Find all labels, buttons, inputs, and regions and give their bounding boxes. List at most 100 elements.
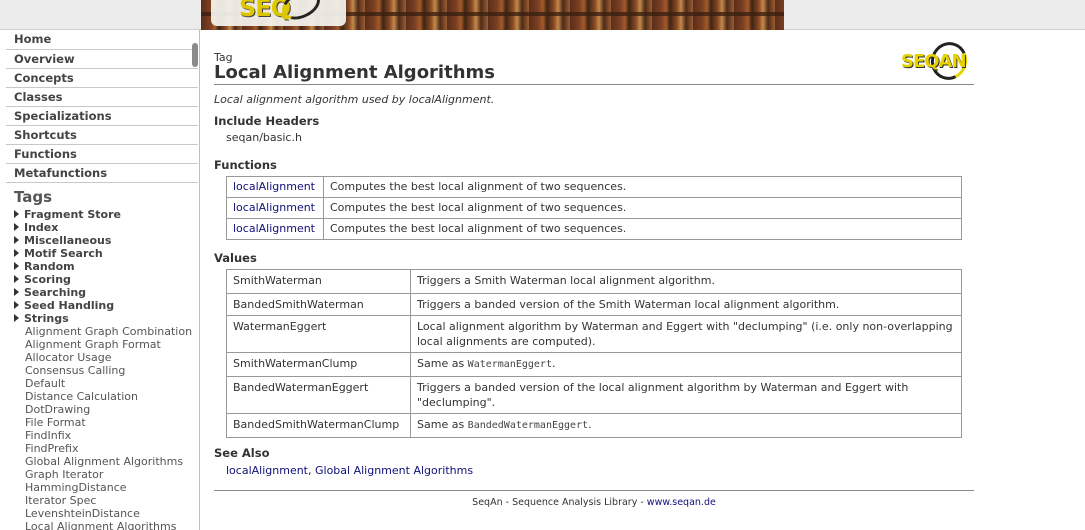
tag-link-dotdrawing[interactable]: DotDrawing bbox=[25, 403, 199, 416]
seqan-logo: SEQAN bbox=[901, 36, 973, 86]
tag-link-allocator-usage[interactable]: Allocator Usage bbox=[25, 351, 199, 364]
expand-triangle-icon bbox=[14, 223, 19, 231]
nav-home[interactable]: Home bbox=[6, 30, 198, 50]
tag-link-levenshteindistance[interactable]: LevenshteinDistance bbox=[25, 507, 199, 520]
tag-category-scoring[interactable]: Scoring bbox=[14, 273, 199, 286]
nav-overview[interactable]: Overview bbox=[6, 50, 198, 69]
tag-category-label: Strings bbox=[24, 312, 69, 325]
footer-divider bbox=[214, 490, 974, 491]
functions-table: localAlignment Computes the best local a… bbox=[226, 176, 962, 240]
tag-link-iterator-spec[interactable]: Iterator Spec bbox=[25, 494, 199, 507]
tag-category-motif-search[interactable]: Motif Search bbox=[14, 247, 199, 260]
tag-link-global-alignment-algorithms[interactable]: Global Alignment Algorithms bbox=[25, 455, 199, 468]
tag-category-label: Miscellaneous bbox=[24, 234, 112, 247]
tag-link-hammingdistance[interactable]: HammingDistance bbox=[25, 481, 199, 494]
nav-functions[interactable]: Functions bbox=[6, 145, 198, 164]
value-description: Same as BandedWatermanEggert. bbox=[410, 413, 962, 438]
see-also-heading: See Also bbox=[214, 446, 270, 460]
table-row: WatermanEggert Local alignment algorithm… bbox=[226, 315, 962, 353]
seqan-logo-text: SEQAN bbox=[901, 51, 967, 72]
header-divider bbox=[214, 84, 974, 85]
table-row: BandedWatermanEggert Triggers a banded v… bbox=[226, 376, 962, 414]
table-row: localAlignment Computes the best local a… bbox=[226, 218, 962, 240]
tag-category-random[interactable]: Random bbox=[14, 260, 199, 273]
tag-category-miscellaneous[interactable]: Miscellaneous bbox=[14, 234, 199, 247]
expand-triangle-icon bbox=[14, 249, 19, 257]
tag-category-label: Fragment Store bbox=[24, 208, 121, 221]
tag-category-label: Seed Handling bbox=[24, 299, 115, 312]
table-row: localAlignment Computes the best local a… bbox=[226, 197, 962, 219]
value-name: SmithWatermanClump bbox=[226, 352, 411, 377]
see-also-link-global-alignment-algorithms[interactable]: Global Alignment Algorithms bbox=[315, 464, 473, 477]
tag-link-file-format[interactable]: File Format bbox=[25, 416, 199, 429]
tag-category-seed-handling[interactable]: Seed Handling bbox=[14, 299, 199, 312]
tag-link-alignment-graph-format[interactable]: Alignment Graph Format bbox=[25, 338, 199, 351]
tag-category-label: Searching bbox=[24, 286, 87, 299]
values-heading: Values bbox=[214, 251, 257, 265]
value-description: Triggers a banded version of the local a… bbox=[410, 376, 962, 414]
tag-category-label: Random bbox=[24, 260, 75, 273]
tag-link-consensus-calling[interactable]: Consensus Calling bbox=[25, 364, 199, 377]
tag-category-label: Motif Search bbox=[24, 247, 103, 260]
nav-shortcuts[interactable]: Shortcuts bbox=[6, 126, 198, 145]
expand-triangle-icon bbox=[14, 301, 19, 309]
tag-link-findinfix[interactable]: FindInfix bbox=[25, 429, 199, 442]
nav-concepts[interactable]: Concepts bbox=[6, 69, 198, 88]
function-link-localalignment[interactable]: localAlignment bbox=[233, 201, 315, 214]
nav-metafunctions[interactable]: Metafunctions bbox=[6, 164, 198, 183]
tag-link-findprefix[interactable]: FindPrefix bbox=[25, 442, 199, 455]
function-description: Computes the best local alignment of two… bbox=[323, 197, 962, 219]
page-description: Local alignment algorithm used by localA… bbox=[214, 93, 495, 106]
include-header-file: seqan/basic.h bbox=[226, 131, 302, 144]
expand-triangle-icon bbox=[14, 288, 19, 296]
function-link-localalignment[interactable]: localAlignment bbox=[233, 180, 315, 193]
library-banner-image: SEQ bbox=[201, 0, 784, 30]
tag-category-strings[interactable]: Strings bbox=[14, 312, 199, 325]
expand-triangle-icon bbox=[14, 210, 19, 218]
tag-category-fragment-store[interactable]: Fragment Store bbox=[14, 208, 199, 221]
table-row: localAlignment Computes the best local a… bbox=[226, 176, 962, 198]
tag-link-distance-calculation[interactable]: Distance Calculation bbox=[25, 390, 199, 403]
value-description: Triggers a Smith Waterman local alignmen… bbox=[410, 269, 962, 294]
function-description: Computes the best local alignment of two… bbox=[323, 176, 962, 198]
tag-link-alignment-graph-combination[interactable]: Alignment Graph Combination bbox=[25, 325, 199, 338]
footer-text: SeqAn - Sequence Analysis Library - bbox=[472, 497, 647, 508]
see-also-link-localalignment[interactable]: localAlignment bbox=[226, 464, 308, 477]
expand-triangle-icon bbox=[14, 262, 19, 270]
value-name: BandedWatermanEggert bbox=[226, 376, 411, 414]
nav-classes[interactable]: Classes bbox=[6, 88, 198, 107]
value-description: Local alignment algorithm by Waterman an… bbox=[410, 315, 962, 353]
functions-heading: Functions bbox=[214, 158, 277, 172]
tags-heading: Tags bbox=[14, 188, 53, 206]
code-reference: WatermanEggert bbox=[467, 359, 552, 370]
tag-category-searching[interactable]: Searching bbox=[14, 286, 199, 299]
expand-triangle-icon bbox=[14, 236, 19, 244]
tag-link-graph-iterator[interactable]: Graph Iterator bbox=[25, 468, 199, 481]
expand-triangle-icon bbox=[14, 275, 19, 283]
sidebar-nav: Home Overview Concepts Classes Specializ… bbox=[0, 30, 199, 183]
table-row: SmithWaterman Triggers a Smith Waterman … bbox=[226, 269, 962, 294]
include-headers-heading: Include Headers bbox=[214, 114, 320, 128]
footer-link-seqan[interactable]: www.seqan.de bbox=[647, 497, 716, 508]
tag-category-index[interactable]: Index bbox=[14, 221, 199, 234]
tag-category-label: Index bbox=[24, 221, 59, 234]
top-bar: SEQ bbox=[0, 0, 1085, 30]
function-link-localalignment[interactable]: localAlignment bbox=[233, 222, 315, 235]
page-title: Local Alignment Algorithms bbox=[214, 62, 495, 83]
sidebar: Home Overview Concepts Classes Specializ… bbox=[0, 30, 200, 530]
value-name: SmithWaterman bbox=[226, 269, 411, 294]
sidebar-scrollbar[interactable] bbox=[192, 43, 198, 67]
banner-logo: SEQ bbox=[211, 0, 346, 26]
tag-link-local-alignment-algorithms[interactable]: Local Alignment Algorithms bbox=[25, 520, 199, 530]
tag-link-default[interactable]: Default bbox=[25, 377, 199, 390]
see-also-links: localAlignment, Global Alignment Algorit… bbox=[226, 464, 474, 477]
expand-triangle-icon bbox=[14, 314, 19, 322]
value-description: Triggers a banded version of the Smith W… bbox=[410, 293, 962, 316]
tag-category-label: Scoring bbox=[24, 273, 71, 286]
footer: SeqAn - Sequence Analysis Library - www.… bbox=[214, 497, 974, 508]
function-description: Computes the best local alignment of two… bbox=[323, 218, 962, 240]
value-description: Same as WatermanEggert. bbox=[410, 352, 962, 377]
value-name: WatermanEggert bbox=[226, 315, 411, 353]
nav-specializations[interactable]: Specializations bbox=[6, 107, 198, 126]
table-row: BandedSmithWatermanClump Same as BandedW… bbox=[226, 413, 962, 438]
